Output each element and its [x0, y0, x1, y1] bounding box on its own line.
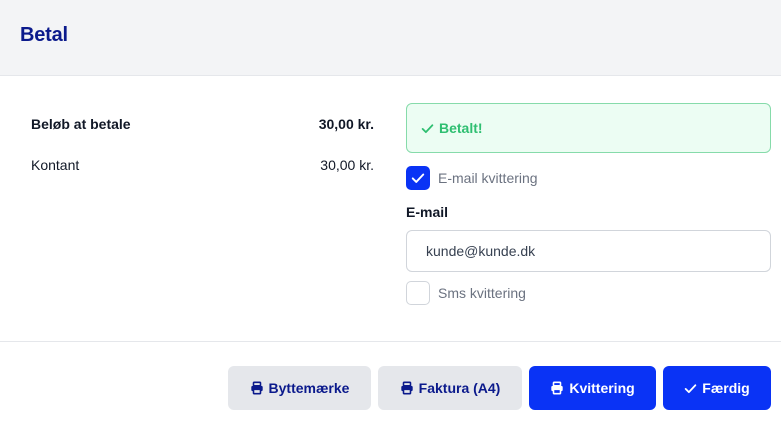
print-receipt-button[interactable]: Kvittering [529, 366, 656, 410]
printer-icon [551, 381, 564, 395]
email-receipt-checkbox[interactable] [406, 166, 430, 190]
printer-icon [400, 381, 413, 395]
email-field-label: E-mail [406, 204, 449, 220]
invoice-a4-button-text: Faktura (A4) [418, 380, 501, 396]
cash-value: 30,00 kr. [320, 157, 374, 173]
exchange-label-button-text: Byttemærke [268, 380, 350, 396]
exchange-label-button[interactable]: Byttemærke [228, 366, 371, 410]
check-icon [421, 123, 434, 133]
email-receipt-label: E-mail kvittering [438, 170, 538, 186]
sms-receipt-option[interactable]: Sms kvittering [406, 281, 526, 305]
done-button[interactable]: Færdig [663, 366, 771, 410]
page-title: Betal [20, 24, 68, 46]
cash-label: Kontant [31, 157, 80, 173]
page-header: Betal [0, 0, 781, 76]
amount-due-value: 30,00 kr. [318, 116, 374, 132]
print-receipt-button-text: Kvittering [569, 380, 635, 396]
done-button-text: Færdig [702, 380, 750, 396]
amount-due-label: Beløb at betale [31, 116, 131, 132]
email-receipt-option[interactable]: E-mail kvittering [406, 166, 538, 190]
email-field[interactable] [406, 230, 771, 272]
printer-icon [250, 381, 263, 395]
sms-receipt-label: Sms kvittering [438, 285, 526, 301]
sms-receipt-checkbox[interactable] [406, 281, 430, 305]
amount-due-row: Beløb at betale 30,00 kr. [31, 116, 374, 132]
check-icon [411, 173, 425, 183]
payment-success-text: Betalt! [439, 120, 483, 136]
invoice-a4-button[interactable]: Faktura (A4) [378, 366, 522, 410]
footer-divider [0, 341, 781, 342]
payment-success-alert: Betalt! [406, 103, 771, 153]
cash-row: Kontant 30,00 kr. [31, 157, 374, 173]
check-icon [684, 383, 697, 393]
